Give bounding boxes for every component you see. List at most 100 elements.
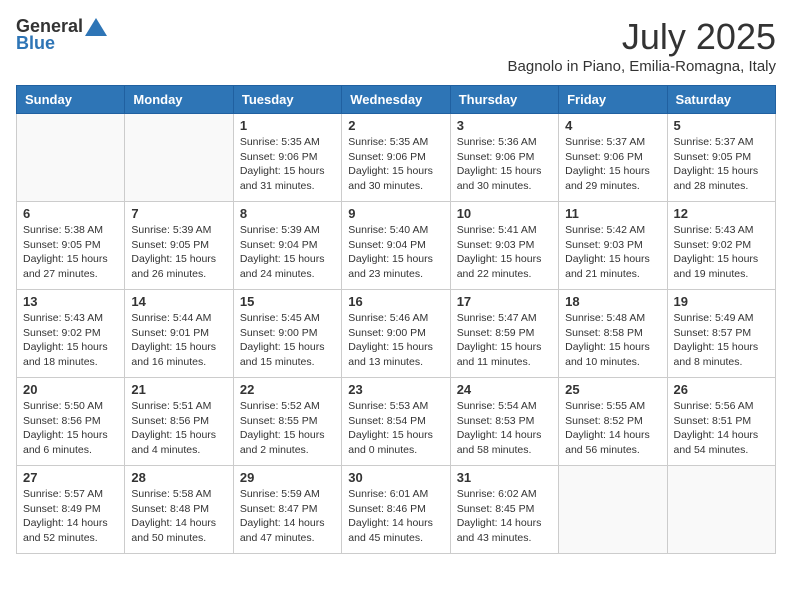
day-info: Sunrise: 5:43 AMSunset: 9:02 PMDaylight:… xyxy=(674,223,769,282)
calendar-cell: 10 Sunrise: 5:41 AMSunset: 9:03 PMDayligh… xyxy=(450,202,558,290)
calendar-cell: 27Sunrise: 5:57 AMSunset: 8:49 PMDayligh… xyxy=(17,466,125,554)
logo-icon xyxy=(85,18,107,36)
day-number: 27 xyxy=(23,470,118,485)
day-number: 22 xyxy=(240,382,335,397)
day-number: 25 xyxy=(565,382,660,397)
day-info: Sunrise: 5:37 AMSunset: 9:05 PMDaylight:… xyxy=(674,135,769,194)
calendar-cell: 11 Sunrise: 5:42 AMSunset: 9:03 PMDayligh… xyxy=(559,202,667,290)
calendar-cell: 30Sunrise: 6:01 AMSunset: 8:46 PMDayligh… xyxy=(342,466,450,554)
day-number: 23 xyxy=(348,382,443,397)
calendar-cell: 16 Sunrise: 5:46 AMSunset: 9:00 PMDayligh… xyxy=(342,290,450,378)
header-thursday: Thursday xyxy=(450,86,558,114)
day-info: Sunrise: 5:41 AMSunset: 9:03 PMDaylight:… xyxy=(457,223,552,282)
day-number: 11 xyxy=(565,206,660,221)
day-info: Sunrise: 5:39 AMSunset: 9:04 PMDaylight:… xyxy=(240,223,335,282)
calendar-cell: 7Sunrise: 5:39 AMSunset: 9:05 PMDaylight… xyxy=(125,202,233,290)
week-row-2: 13 Sunrise: 5:43 AMSunset: 9:02 PMDayligh… xyxy=(17,290,776,378)
day-number: 26 xyxy=(674,382,769,397)
location-title: Bagnolo in Piano, Emilia-Romagna, Italy xyxy=(508,58,776,75)
day-info: Sunrise: 5:43 AMSunset: 9:02 PMDaylight:… xyxy=(23,311,118,370)
header-tuesday: Tuesday xyxy=(233,86,341,114)
calendar-cell: 25 Sunrise: 5:55 AMSunset: 8:52 PMDayligh… xyxy=(559,378,667,466)
day-info: Sunrise: 5:40 AMSunset: 9:04 PMDaylight:… xyxy=(348,223,443,282)
header-monday: Monday xyxy=(125,86,233,114)
day-number: 28 xyxy=(131,470,226,485)
calendar-cell: 26 Sunrise: 5:56 AMSunset: 8:51 PMDayligh… xyxy=(667,378,775,466)
day-info: Sunrise: 5:55 AMSunset: 8:52 PMDaylight:… xyxy=(565,399,660,458)
day-number: 5 xyxy=(674,118,769,133)
day-number: 30 xyxy=(348,470,443,485)
day-number: 2 xyxy=(348,118,443,133)
day-info: Sunrise: 5:47 AMSunset: 8:59 PMDaylight:… xyxy=(457,311,552,370)
day-number: 21 xyxy=(131,382,226,397)
day-info: Sunrise: 5:48 AMSunset: 8:58 PMDaylight:… xyxy=(565,311,660,370)
logo-blue: Blue xyxy=(16,33,55,54)
day-number: 3 xyxy=(457,118,552,133)
day-number: 10 xyxy=(457,206,552,221)
header-saturday: Saturday xyxy=(667,86,775,114)
day-info: Sunrise: 5:38 AMSunset: 9:05 PMDaylight:… xyxy=(23,223,118,282)
day-number: 8 xyxy=(240,206,335,221)
day-info: Sunrise: 5:37 AMSunset: 9:06 PMDaylight:… xyxy=(565,135,660,194)
day-number: 16 xyxy=(348,294,443,309)
calendar-cell: 21 Sunrise: 5:51 AMSunset: 8:56 PMDayligh… xyxy=(125,378,233,466)
day-number: 15 xyxy=(240,294,335,309)
day-info: Sunrise: 5:49 AMSunset: 8:57 PMDaylight:… xyxy=(674,311,769,370)
day-number: 4 xyxy=(565,118,660,133)
day-info: Sunrise: 5:45 AMSunset: 9:00 PMDaylight:… xyxy=(240,311,335,370)
day-number: 20 xyxy=(23,382,118,397)
calendar-cell xyxy=(125,114,233,202)
calendar-header-row: SundayMondayTuesdayWednesdayThursdayFrid… xyxy=(17,86,776,114)
calendar-cell: 12 Sunrise: 5:43 AMSunset: 9:02 PMDayligh… xyxy=(667,202,775,290)
calendar-cell: 8 Sunrise: 5:39 AMSunset: 9:04 PMDaylight… xyxy=(233,202,341,290)
day-number: 12 xyxy=(674,206,769,221)
day-info: Sunrise: 5:44 AMSunset: 9:01 PMDaylight:… xyxy=(131,311,226,370)
logo: General Blue xyxy=(16,16,107,54)
day-number: 14 xyxy=(131,294,226,309)
calendar-cell: 24Sunrise: 5:54 AMSunset: 8:53 PMDayligh… xyxy=(450,378,558,466)
calendar-cell: 20Sunrise: 5:50 AMSunset: 8:56 PMDayligh… xyxy=(17,378,125,466)
calendar-cell xyxy=(559,466,667,554)
week-row-4: 27Sunrise: 5:57 AMSunset: 8:49 PMDayligh… xyxy=(17,466,776,554)
day-info: Sunrise: 5:53 AMSunset: 8:54 PMDaylight:… xyxy=(348,399,443,458)
day-number: 31 xyxy=(457,470,552,485)
calendar-cell: 15 Sunrise: 5:45 AMSunset: 9:00 PMDayligh… xyxy=(233,290,341,378)
calendar-cell: 18Sunrise: 5:48 AMSunset: 8:58 PMDayligh… xyxy=(559,290,667,378)
calendar-cell: 14 Sunrise: 5:44 AMSunset: 9:01 PMDayligh… xyxy=(125,290,233,378)
day-info: Sunrise: 6:02 AMSunset: 8:45 PMDaylight:… xyxy=(457,487,552,546)
calendar-cell: 4 Sunrise: 5:37 AMSunset: 9:06 PMDaylight… xyxy=(559,114,667,202)
week-row-1: 6 Sunrise: 5:38 AMSunset: 9:05 PMDaylight… xyxy=(17,202,776,290)
title-section: July 2025 Bagnolo in Piano, Emilia-Romag… xyxy=(508,16,776,75)
day-info: Sunrise: 5:58 AMSunset: 8:48 PMDaylight:… xyxy=(131,487,226,546)
day-number: 6 xyxy=(23,206,118,221)
day-info: Sunrise: 5:59 AMSunset: 8:47 PMDaylight:… xyxy=(240,487,335,546)
calendar-cell xyxy=(17,114,125,202)
day-info: Sunrise: 5:46 AMSunset: 9:00 PMDaylight:… xyxy=(348,311,443,370)
calendar-cell: 28 Sunrise: 5:58 AMSunset: 8:48 PMDayligh… xyxy=(125,466,233,554)
week-row-3: 20Sunrise: 5:50 AMSunset: 8:56 PMDayligh… xyxy=(17,378,776,466)
calendar-cell: 19Sunrise: 5:49 AMSunset: 8:57 PMDayligh… xyxy=(667,290,775,378)
calendar-cell: 2 Sunrise: 5:35 AMSunset: 9:06 PMDaylight… xyxy=(342,114,450,202)
day-number: 7 xyxy=(131,206,226,221)
day-info: Sunrise: 5:35 AMSunset: 9:06 PMDaylight:… xyxy=(348,135,443,194)
calendar-cell: 31 Sunrise: 6:02 AMSunset: 8:45 PMDayligh… xyxy=(450,466,558,554)
day-info: Sunrise: 5:52 AMSunset: 8:55 PMDaylight:… xyxy=(240,399,335,458)
day-info: Sunrise: 5:51 AMSunset: 8:56 PMDaylight:… xyxy=(131,399,226,458)
day-number: 1 xyxy=(240,118,335,133)
day-info: Sunrise: 5:42 AMSunset: 9:03 PMDaylight:… xyxy=(565,223,660,282)
calendar-cell: 1Sunrise: 5:35 AMSunset: 9:06 PMDaylight… xyxy=(233,114,341,202)
day-info: Sunrise: 5:54 AMSunset: 8:53 PMDaylight:… xyxy=(457,399,552,458)
calendar-cell: 5 Sunrise: 5:37 AMSunset: 9:05 PMDaylight… xyxy=(667,114,775,202)
day-number: 9 xyxy=(348,206,443,221)
calendar-cell xyxy=(667,466,775,554)
day-info: Sunrise: 5:56 AMSunset: 8:51 PMDaylight:… xyxy=(674,399,769,458)
calendar-cell: 9 Sunrise: 5:40 AMSunset: 9:04 PMDaylight… xyxy=(342,202,450,290)
day-number: 13 xyxy=(23,294,118,309)
calendar-cell: 23 Sunrise: 5:53 AMSunset: 8:54 PMDayligh… xyxy=(342,378,450,466)
day-number: 17 xyxy=(457,294,552,309)
calendar: SundayMondayTuesdayWednesdayThursdayFrid… xyxy=(16,85,776,554)
header-friday: Friday xyxy=(559,86,667,114)
day-number: 29 xyxy=(240,470,335,485)
header-sunday: Sunday xyxy=(17,86,125,114)
month-title: July 2025 xyxy=(508,16,776,58)
